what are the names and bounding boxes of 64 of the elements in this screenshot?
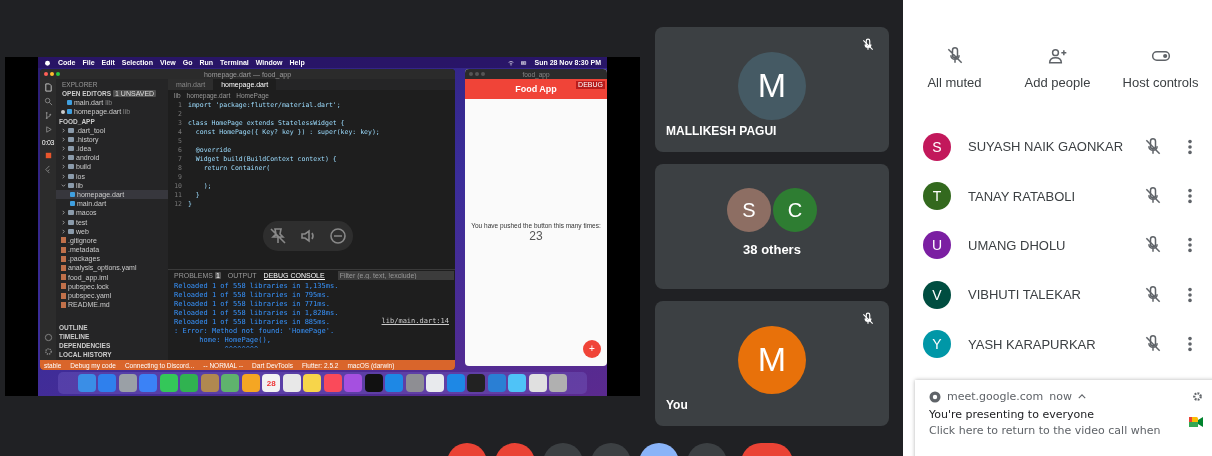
avatar: V [923,280,951,309]
app-icon[interactable] [549,374,568,392]
remove-button[interactable] [328,226,348,246]
avatar: C [773,188,817,232]
participant-name: UMANG DHOLU [968,237,1067,253]
add-button[interactable]: + [583,340,601,358]
notification-time: now [1049,390,1072,403]
notification-title: You're presenting to everyone [929,408,1095,421]
others-count: 38 others [743,242,801,257]
caret-icon[interactable] [1078,394,1086,399]
more-icon[interactable] [1187,285,1193,304]
notification[interactable]: meet.google.com now You're presenting to everyone Click here to return to the video call when [915,380,1212,456]
avatar: M [738,51,806,120]
more-icon[interactable] [1187,335,1193,354]
camera-logo-icon [1189,416,1203,428]
participant-name: YASH KARAPURKAR [968,336,1097,352]
app-icon[interactable] [303,374,322,392]
participant-name: SUYASH NAIK GAONKAR [968,139,1125,155]
account-icon[interactable] [43,333,53,342]
search-icon[interactable] [43,97,53,106]
avatar: Y [923,330,951,359]
debug-icon[interactable] [43,125,53,134]
browser-icon [929,390,941,403]
app-icon[interactable] [118,374,137,392]
more-icon[interactable] [1187,236,1193,255]
participant-name: You [666,398,688,412]
app-title: Food App [515,84,557,94]
mic-off-icon[interactable] [1143,136,1163,157]
participant-name: MALLIKESH PAGUI [666,124,777,138]
app-icon[interactable] [180,374,199,392]
app-icon[interactable] [221,374,240,392]
mic-off-icon[interactable] [1143,284,1163,305]
app-icon[interactable] [241,374,260,392]
participant-name: TANAY RATABOLI [968,188,1077,204]
participant-name: VIBHUTI TALEKAR [968,287,1082,303]
battery-icon[interactable] [521,59,528,66]
app-icon[interactable] [508,374,527,392]
avatar: U [923,231,951,260]
more-icon[interactable] [1187,137,1193,156]
app-icon[interactable] [282,374,301,392]
avatar: T [923,182,951,211]
settings-icon[interactable] [1192,391,1203,402]
flutter-icon[interactable] [43,165,53,174]
app-icon[interactable]: 28 [262,374,281,392]
people-action-button[interactable]: All muted [903,46,1006,90]
settings-icon[interactable] [43,347,53,356]
branch-icon[interactable] [43,111,53,120]
add-person-icon [1047,46,1068,66]
people-action-button[interactable]: Host controls [1109,46,1212,90]
notification-body: Click here to return to the video call when [929,424,1162,437]
avatar: S [727,188,771,232]
app-icon[interactable] [159,374,178,392]
avatar: M [738,325,806,394]
stop-icon[interactable] [43,151,53,160]
app-icon[interactable] [426,374,445,392]
unpin-button[interactable] [268,226,288,246]
avatar: S [923,132,951,161]
counter-value: 23 [529,229,543,243]
more-icon[interactable] [1187,187,1193,206]
people-action-button[interactable]: Add people [1006,46,1109,90]
app-icon[interactable] [528,374,547,392]
notification-source: meet.google.com [947,390,1044,403]
files-icon[interactable] [43,83,53,92]
wifi-icon[interactable] [508,59,515,66]
